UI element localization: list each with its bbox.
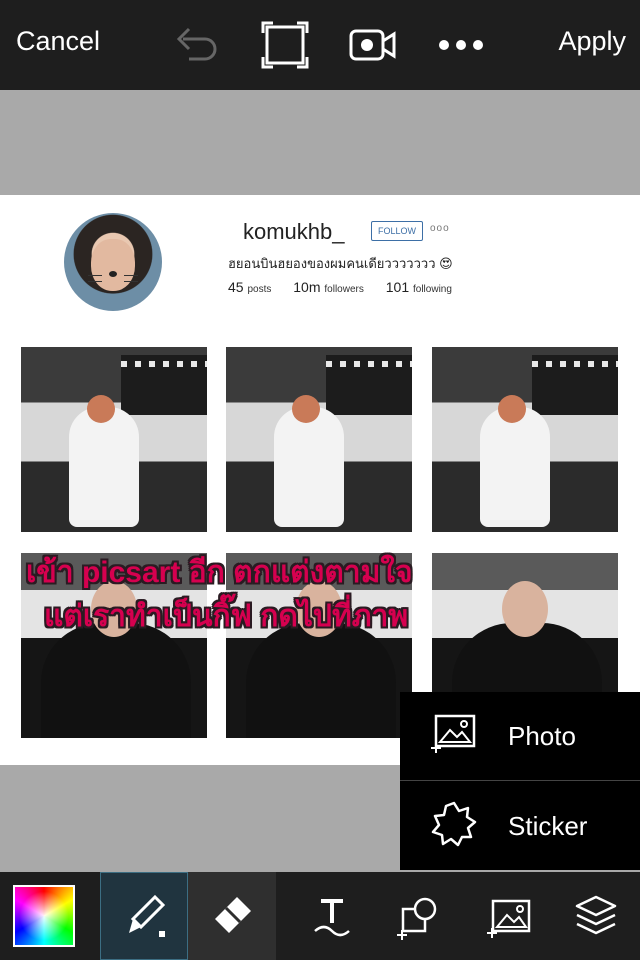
video-record-icon[interactable]	[348, 20, 398, 70]
grid-photo	[432, 347, 618, 532]
text-tool-button[interactable]	[298, 872, 366, 960]
follow-button: FOLLOW	[371, 221, 423, 241]
layers-icon	[575, 895, 617, 935]
brush-icon	[129, 894, 166, 937]
grid-photo	[21, 347, 207, 532]
add-image-icon	[487, 899, 531, 938]
posts-count: 45	[228, 279, 244, 295]
cancel-button[interactable]: Cancel	[16, 26, 100, 57]
apply-button[interactable]: Apply	[558, 26, 626, 57]
layers-tool-button[interactable]	[562, 872, 630, 960]
top-toolbar: Cancel Apply	[0, 0, 640, 90]
menu-item-sticker-label: Sticker	[508, 810, 588, 841]
menu-item-sticker[interactable]: Sticker	[400, 782, 640, 870]
crop-frame-icon[interactable]	[260, 20, 310, 70]
color-picker-button[interactable]	[10, 872, 78, 960]
profile-username: komukhb_	[243, 219, 345, 244]
menu-divider	[400, 780, 640, 781]
eraser-icon	[215, 897, 251, 933]
color-wheel-icon	[13, 885, 75, 947]
menu-item-photo-label: Photo	[508, 720, 576, 751]
posts-label: posts	[247, 284, 272, 295]
grid-photo	[226, 347, 412, 532]
profile-avatar	[64, 213, 162, 311]
followers-count: 10m	[293, 279, 321, 295]
more-icon[interactable]	[436, 20, 486, 70]
profile-more-icon: ooo	[430, 223, 450, 234]
shape-add-icon	[397, 897, 437, 940]
eraser-tool-button[interactable]	[188, 872, 276, 960]
sticker-icon	[430, 800, 478, 853]
overlay-text-line-1[interactable]: เข้า picsart อีก ตกแต่งตามใจ	[26, 549, 413, 596]
following-count: 101	[385, 279, 410, 295]
bottom-toolbar	[0, 872, 640, 960]
shape-add-tool-button[interactable]	[384, 872, 452, 960]
text-icon	[314, 899, 350, 937]
overlay-text-line-2[interactable]: แต่เราทำเป็นกิ๊ฟ กดไปที่ภาพ	[44, 593, 408, 640]
add-photo-icon	[430, 714, 478, 759]
following-label: following	[413, 284, 452, 295]
menu-item-photo[interactable]: Photo	[400, 692, 640, 780]
profile-bio: ฮยอนบินฮยองของผมคนเดียววววววว 😍	[228, 256, 453, 271]
followers-label: followers	[324, 284, 364, 295]
undo-icon[interactable]	[172, 20, 222, 70]
add-image-tool-button[interactable]	[476, 872, 544, 960]
add-menu-popup: Photo Sticker	[400, 692, 640, 870]
editing-canvas[interactable]: komukhb_ FOLLOW ooo ฮยอนบินฮยองของผมคนเด…	[0, 195, 640, 765]
profile-stats: 45 posts 10m followers 101 following	[228, 279, 470, 295]
brush-tool-button[interactable]	[100, 872, 188, 960]
